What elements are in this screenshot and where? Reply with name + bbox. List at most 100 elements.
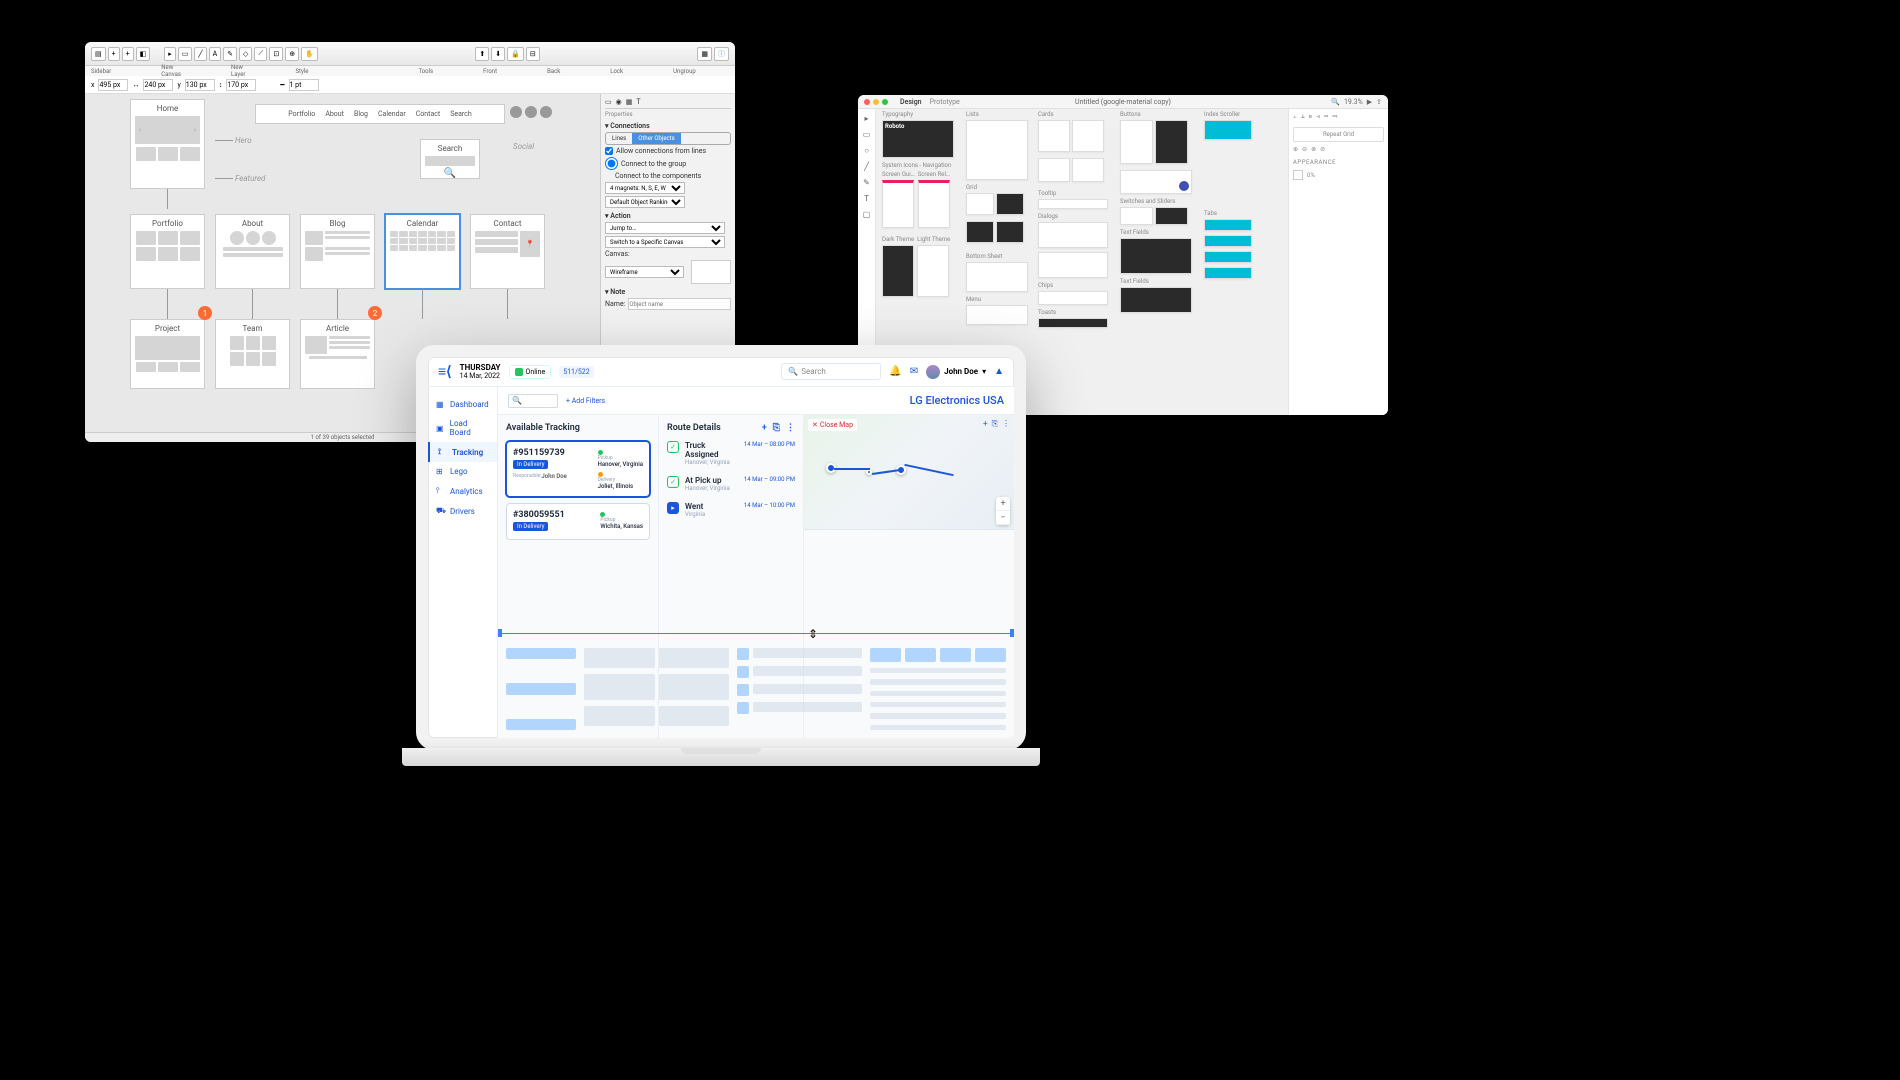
tracking-card[interactable]: #380059551 In Delivery PickupWichita, Ka…	[506, 503, 650, 540]
tool-rect[interactable]: ▭	[178, 47, 193, 61]
tool-text[interactable]: T	[862, 193, 872, 203]
route-step[interactable]: ✓ At Pick upHanover, Virginia 14 Mar – 0…	[667, 476, 795, 492]
add-filters-btn[interactable]: + Add Filters	[566, 397, 605, 405]
new-canvas-btn[interactable]: +	[108, 47, 120, 61]
allow-connections-checkbox[interactable]	[605, 147, 613, 155]
share-icon[interactable]: ⇪	[1376, 98, 1382, 106]
align-center-icon[interactable]: ⫡	[1301, 113, 1305, 121]
connections-toggle[interactable]: Lines Other Objects	[605, 132, 731, 145]
tool-text[interactable]: A	[209, 47, 222, 61]
mail-icon[interactable]: ✉	[910, 366, 918, 377]
wf-team[interactable]: Team	[215, 319, 290, 389]
w-input[interactable]	[143, 79, 173, 91]
y-input[interactable]	[185, 79, 215, 91]
intersect-icon[interactable]: ⊗	[1311, 146, 1316, 153]
tool-circle[interactable]: ○	[862, 145, 872, 155]
tool-connect[interactable]: ⟋	[254, 47, 267, 61]
tool-rect[interactable]: ▭	[862, 129, 872, 139]
wf-portfolio[interactable]: Portfolio	[130, 214, 205, 289]
tab-style-icon[interactable]: ◉	[616, 98, 622, 106]
ranking-select[interactable]: Default Object Ranking	[605, 196, 685, 208]
union-icon[interactable]: ⊕	[1293, 146, 1298, 153]
align-bottom-icon[interactable]: ⫥	[1332, 113, 1337, 121]
align-middle-icon[interactable]: ⫤	[1324, 113, 1329, 121]
tool-shape[interactable]: ◇	[239, 47, 252, 61]
tool-line[interactable]: ╱	[862, 161, 872, 171]
tool-magnify[interactable]: ⊕	[285, 47, 299, 61]
user-menu[interactable]: John Doe ▾	[926, 365, 986, 379]
tool-pen[interactable]: ✎	[223, 47, 237, 61]
ungroup-btn[interactable]: ⊟	[526, 47, 540, 61]
route-step[interactable]: ▸ WentVirginia 14 Mar – 10:00 PM	[667, 502, 795, 518]
tab-prototype[interactable]: Prototype	[930, 98, 960, 106]
warning-icon[interactable]: ▲	[994, 366, 1004, 377]
tool-pen[interactable]: ✎	[862, 177, 872, 187]
lock-btn[interactable]: 🔒	[507, 47, 524, 61]
online-status[interactable]: Online	[509, 365, 552, 379]
x-input[interactable]	[98, 79, 128, 91]
subtract-icon[interactable]: ⊖	[1302, 146, 1307, 153]
wf-search[interactable]: Search 🔍	[420, 139, 480, 179]
align-right-icon[interactable]: ⫢	[1309, 113, 1312, 121]
new-layer-btn[interactable]: +	[122, 47, 134, 61]
tool-select[interactable]: ▸	[862, 113, 872, 123]
bell-icon[interactable]: 🔔	[889, 366, 901, 377]
zoom-in-btn[interactable]: +	[996, 497, 1010, 511]
tool-pointer[interactable]: ▸	[164, 47, 176, 61]
more-icon[interactable]: ⋮	[1002, 419, 1010, 429]
canvas-select[interactable]: Wireframe	[605, 266, 684, 278]
name-input[interactable]	[628, 298, 731, 310]
inspect-btn[interactable]: ⓘ	[714, 47, 729, 61]
sidebar-btn[interactable]: ▤	[91, 47, 106, 61]
wf-calendar[interactable]: Calendar	[385, 214, 460, 289]
add-icon[interactable]: +	[762, 423, 767, 433]
align-left-icon[interactable]: ⫠	[1293, 113, 1297, 121]
zoom-icon[interactable]: 🔍	[1331, 98, 1340, 106]
magnets-select[interactable]: 4 magnets: N, S, E, W	[605, 182, 685, 194]
tab-text-icon[interactable]: T	[636, 98, 640, 106]
tab-properties-icon[interactable]: ▭	[605, 98, 612, 106]
wf-project[interactable]: Project	[130, 319, 205, 389]
copy-icon[interactable]: ⎘	[773, 423, 780, 433]
tool-line[interactable]: ╱	[194, 47, 206, 61]
style-btn[interactable]: ◧	[136, 47, 151, 61]
app-logo-icon[interactable]: ≡⟨	[438, 363, 452, 380]
route-step[interactable]: ✓ Truck AssignedHanover, Virginia 14 Mar…	[667, 441, 795, 466]
play-icon[interactable]: ▶	[1367, 98, 1372, 106]
stroke-input[interactable]	[289, 79, 319, 91]
switch-select[interactable]: Switch to a Specific Canvas	[605, 236, 725, 248]
exclude-icon[interactable]: ⊘	[1320, 146, 1325, 153]
tool-hand[interactable]: ✋	[301, 47, 318, 61]
fill-swatch[interactable]	[1293, 170, 1303, 180]
nav-dashboard[interactable]: ▦Dashboard	[428, 395, 497, 414]
close-map-btn[interactable]: ✕Close Map	[808, 419, 857, 431]
repeat-grid-btn[interactable]: Repeat Grid	[1293, 127, 1384, 142]
tab-geometry-icon[interactable]: ▦	[626, 98, 633, 106]
tab-design[interactable]: Design	[900, 98, 922, 106]
stencils-btn[interactable]: ▦	[697, 47, 712, 61]
zoom-value[interactable]: 19.3%	[1344, 98, 1363, 106]
wf-contact[interactable]: Contact 📍	[470, 214, 545, 289]
more-icon[interactable]: ⋮	[786, 423, 795, 433]
add-icon[interactable]: +	[983, 419, 988, 429]
wf-blog[interactable]: Blog	[300, 214, 375, 289]
connect-group-radio[interactable]	[605, 157, 618, 170]
h-input[interactable]	[226, 79, 256, 91]
wf-about[interactable]: About	[215, 214, 290, 289]
tool-stamp[interactable]: ⊡	[269, 47, 283, 61]
tool-artboard[interactable]: ▢	[862, 209, 872, 219]
nav-lego[interactable]: ⊞Lego	[428, 462, 497, 481]
nav-load-board[interactable]: ▣Load Board	[428, 414, 497, 442]
filter-search[interactable]: 🔍	[508, 394, 558, 408]
wf-article[interactable]: Article	[300, 319, 375, 389]
jump-select[interactable]: Jump to…	[605, 222, 725, 234]
copy-icon[interactable]: ⎘	[992, 419, 998, 429]
map[interactable]: ✕Close Map + ⎘ ⋮ + −	[804, 415, 1014, 530]
nav-tracking[interactable]: ⟟Tracking	[428, 442, 497, 462]
front-btn[interactable]: ⬆	[475, 47, 489, 61]
wf-home[interactable]: Home ‹›	[130, 99, 205, 189]
wireframe-nav[interactable]: PortfolioAboutBlogCalendarContactSearch	[255, 104, 505, 124]
back-btn[interactable]: ⬇	[491, 47, 505, 61]
zoom-out-btn[interactable]: −	[996, 511, 1010, 525]
header-search[interactable]: 🔍 Search	[781, 363, 881, 380]
